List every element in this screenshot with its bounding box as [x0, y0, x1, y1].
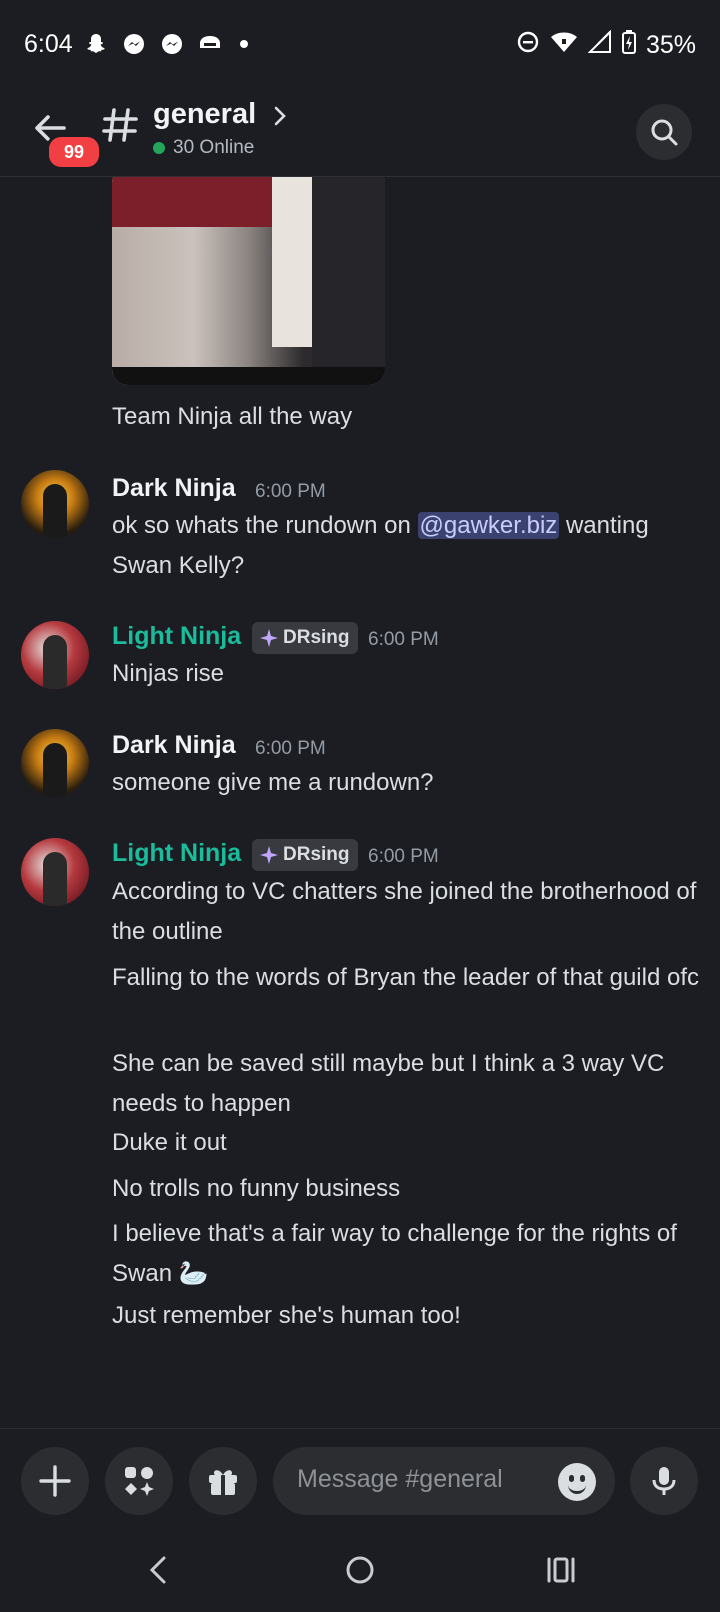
nav-back-button[interactable] [138, 1550, 178, 1590]
user-mention[interactable]: @gawker.biz [417, 512, 560, 539]
messenger-icon [120, 30, 148, 58]
image-attachment[interactable] [112, 177, 385, 385]
timestamp: 6:00 PM [255, 481, 326, 502]
status-time: 6:04 [24, 30, 73, 58]
gift-icon [209, 1470, 237, 1495]
battery-percent: 35% [645, 31, 696, 59]
gift-button[interactable] [189, 1447, 257, 1515]
message-text: Team Ninja all the way [112, 403, 353, 430]
message-text: According to VC chatters she joined the … [112, 878, 697, 945]
message-text: No trolls no funny business [112, 1175, 401, 1202]
system-nav-bar [0, 1528, 720, 1612]
nav-home-button[interactable] [340, 1550, 380, 1590]
message-text: Ninjas rise [112, 660, 225, 687]
message-text: Falling to the words of Bryan the leader… [112, 964, 700, 991]
message-input[interactable]: Message #general [273, 1447, 615, 1515]
message-text: ok so whats the rundown on @gawker.biz w… [112, 506, 702, 586]
home-circle-icon [346, 1556, 374, 1584]
unread-badge: 99 [46, 134, 102, 170]
user-tag[interactable]: DRsing [252, 839, 358, 871]
swan-emoji: 🦢 [178, 1260, 209, 1287]
wifi-icon [550, 30, 578, 61]
online-dot-icon [153, 142, 165, 154]
username[interactable]: Dark Ninja [112, 731, 236, 760]
do-not-disturb-icon [516, 30, 540, 61]
microphone-icon [652, 1467, 676, 1495]
message-text: I believe that's a fair way to challenge… [112, 1214, 702, 1294]
search-icon [651, 119, 678, 146]
username[interactable]: Light Ninja [112, 622, 241, 651]
message-input-placeholder: Message #general [297, 1465, 503, 1493]
timestamp: 6:00 PM [255, 738, 326, 759]
battery-charging-icon [621, 30, 636, 61]
message-text: Duke it out [112, 1129, 227, 1156]
chevron-right-icon[interactable] [272, 104, 288, 128]
channel-name[interactable]: general [153, 98, 256, 131]
voice-message-button[interactable] [630, 1447, 698, 1515]
user-tag[interactable]: DRsing [252, 622, 358, 654]
channel-header: 99 general 30 Online [0, 90, 720, 177]
status-bar: 6:04 35% [0, 0, 720, 90]
sparkle-icon [260, 629, 278, 647]
recents-icon [547, 1557, 575, 1583]
avatar[interactable] [21, 470, 89, 538]
online-count: 30 Online [173, 137, 255, 158]
user-tag-label: DRsing [283, 844, 350, 865]
hash-icon [100, 104, 140, 144]
search-button[interactable] [636, 104, 692, 160]
notification-icons [82, 30, 248, 58]
avatar[interactable] [21, 838, 89, 906]
nav-recents-button[interactable] [541, 1550, 581, 1590]
message-text: Just remember she's human too! [112, 1302, 461, 1329]
username[interactable]: Light Ninja [112, 839, 241, 868]
message-text: someone give me a rundown? [112, 769, 434, 796]
emoji-button[interactable] [558, 1463, 596, 1501]
avatar[interactable] [21, 621, 89, 689]
signal-icon [587, 29, 612, 61]
timestamp: 6:00 PM [368, 846, 439, 867]
avatar[interactable] [21, 729, 89, 797]
composer-bar: Message #general [0, 1428, 720, 1529]
plus-icon [39, 1465, 71, 1497]
online-status: 30 Online [153, 137, 254, 159]
message-text-part: ok so whats the rundown on [112, 512, 418, 539]
add-attachment-button[interactable] [21, 1447, 89, 1515]
chevron-left-icon [149, 1556, 166, 1584]
apps-icon [125, 1467, 154, 1496]
apps-button[interactable] [105, 1447, 173, 1515]
status-right: 35% [516, 29, 696, 61]
snapchat-icon [82, 30, 110, 58]
timestamp: 6:00 PM [368, 629, 439, 650]
headset-icon [196, 30, 224, 58]
username[interactable]: Dark Ninja [112, 474, 236, 503]
messenger-icon [158, 30, 186, 58]
sparkle-icon [260, 846, 278, 864]
more-notifications-dot [240, 40, 248, 48]
message-text: She can be saved still maybe but I think… [112, 1050, 665, 1117]
message-list[interactable]: Team Ninja all the way Dark Ninja 6:00 P… [0, 177, 720, 1427]
user-tag-label: DRsing [283, 627, 350, 648]
